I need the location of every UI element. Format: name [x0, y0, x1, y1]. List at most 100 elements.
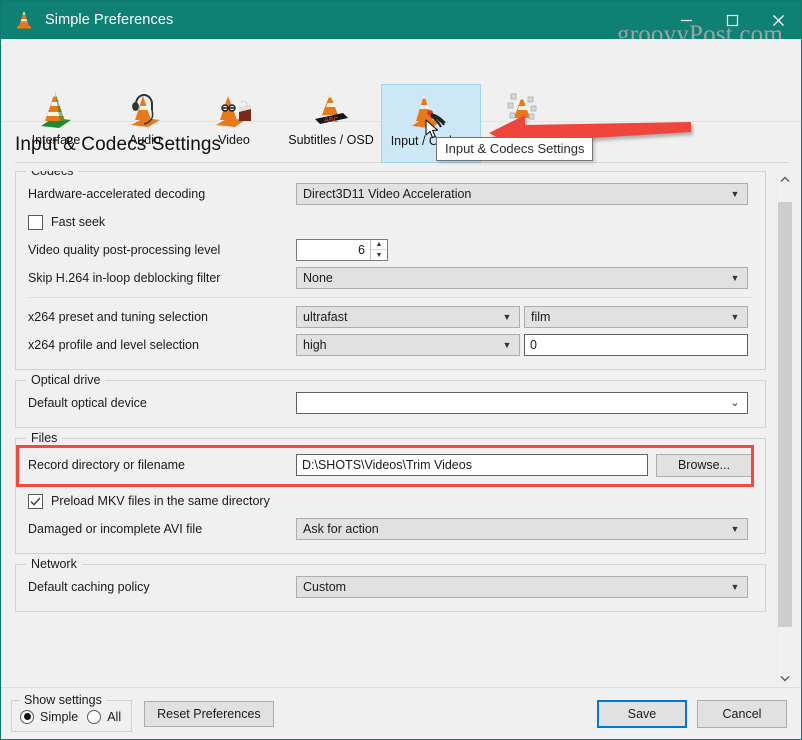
stepper-arrows[interactable]: ▲ ▼	[370, 240, 387, 260]
window-controls	[663, 1, 801, 39]
cancel-button-label: Cancel	[722, 706, 762, 721]
reset-preferences-button[interactable]: Reset Preferences	[144, 700, 274, 727]
show-settings-legend: Show settings	[20, 692, 106, 707]
deblocking-label: Skip H.264 in-loop deblocking filter	[28, 271, 221, 285]
browse-button-label: Browse...	[677, 458, 731, 472]
group-optical-drive: Optical drive Default optical device ⌄	[15, 373, 766, 428]
radio-simple[interactable]: Simple	[20, 709, 79, 724]
chevron-down-icon: ▼	[730, 581, 740, 592]
scrollbar-thumb[interactable]	[778, 202, 792, 627]
title-bar: Simple Preferences	[1, 1, 801, 39]
close-icon[interactable]	[755, 1, 801, 39]
codecs-divider	[28, 297, 753, 298]
cancel-button[interactable]: Cancel	[697, 699, 787, 728]
default-optical-device-combo[interactable]: ⌄	[296, 392, 748, 414]
settings-toolbar: Interface Audio Video ABC Subtitles / OS…	[1, 39, 801, 163]
group-codecs-legend: Codecs	[26, 171, 79, 178]
x264-profile-label: x264 profile and level selection	[28, 338, 199, 352]
x264-level-input[interactable]: 0	[524, 334, 748, 356]
stepper-down-icon[interactable]: ▼	[371, 250, 387, 260]
checkbox-checked-icon	[28, 493, 43, 509]
row-deblocking: Skip H.264 in-loop deblocking filter Non…	[28, 264, 753, 292]
scroll-up-icon[interactable]	[777, 171, 793, 188]
toolbar-item-label: Interface	[31, 133, 81, 147]
toolbar-item-subtitles-osd[interactable]: ABC Subtitles / OSD	[279, 84, 383, 147]
chevron-down-icon: ▼	[730, 523, 740, 534]
show-settings-group: Show settings Simple All	[11, 692, 133, 732]
damaged-avi-value: Ask for action	[303, 522, 379, 536]
radio-unselected-icon	[87, 709, 102, 724]
toolbar-item-label: Video	[218, 133, 250, 147]
preload-mkv-label: Preload MKV files in the same directory	[51, 494, 270, 508]
group-codecs: Codecs Hardware-accelerated decoding Dir…	[15, 171, 766, 370]
vertical-scrollbar[interactable]	[776, 171, 793, 687]
record-directory-label: Record directory or filename	[28, 458, 186, 472]
x264-profile-select[interactable]: high ▼	[296, 334, 520, 356]
save-button[interactable]: Save	[597, 699, 687, 728]
x264-preset-select[interactable]: ultrafast ▼	[296, 306, 520, 328]
deblocking-value: None	[303, 271, 333, 285]
group-files-legend: Files	[26, 431, 63, 445]
vlc-cone-hotkeys-icon	[502, 88, 548, 132]
toolbar-item-audio[interactable]: Audio	[114, 84, 176, 147]
fast-seek-checkbox[interactable]: Fast seek	[28, 214, 106, 230]
x264-preset-value: ultrafast	[303, 310, 348, 324]
maximize-icon[interactable]	[709, 1, 755, 39]
vlc-cone-icon	[13, 9, 35, 31]
tooltip: Input & Codecs Settings	[436, 137, 594, 161]
x264-tuning-value: film	[531, 310, 551, 324]
svg-text:ABC: ABC	[324, 116, 338, 124]
checkbox-box-icon	[28, 214, 43, 230]
group-optical-legend: Optical drive	[26, 373, 106, 387]
x264-profile-value: high	[303, 338, 327, 352]
vlc-cone-audio-icon	[122, 88, 168, 132]
row-fast-seek: Fast seek	[28, 208, 753, 236]
vlc-cone-subtitles-icon: ABC	[308, 88, 354, 132]
group-files: Files Record directory or filename D:\SH…	[15, 431, 766, 554]
caching-policy-select[interactable]: Custom ▼	[296, 576, 748, 598]
browse-button[interactable]: Browse...	[656, 453, 752, 477]
row-caching-policy: Default caching policy Custom ▼	[28, 573, 753, 601]
stepper-up-icon[interactable]: ▲	[371, 240, 387, 250]
x264-tuning-select[interactable]: film ▼	[524, 306, 748, 328]
group-network-legend: Network	[26, 557, 82, 571]
row-x264-preset: x264 preset and tuning selection ultrafa…	[28, 303, 753, 331]
toolbar-item-label: Subtitles / OSD	[288, 133, 374, 147]
record-directory-value: D:\SHOTS\Videos\Trim Videos	[302, 458, 472, 472]
save-button-label: Save	[627, 706, 657, 721]
post-processing-label: Video quality post-processing level	[28, 243, 221, 257]
dialog-footer: Show settings Simple All Reset Preferenc…	[1, 687, 801, 739]
post-processing-stepper[interactable]: 6 ▲ ▼	[296, 239, 388, 261]
preferences-window: Simple Preferences groovyPost.com Interf…	[0, 0, 802, 740]
chevron-down-icon: ▼	[502, 311, 512, 322]
damaged-avi-select[interactable]: Ask for action ▼	[296, 518, 748, 540]
toolbar-item-video[interactable]: Video	[203, 84, 265, 147]
chevron-down-icon: ▼	[730, 311, 740, 322]
radio-all[interactable]: All	[87, 709, 121, 724]
record-directory-input[interactable]: D:\SHOTS\Videos\Trim Videos	[296, 454, 648, 476]
toolbar-item-interface[interactable]: Interface	[23, 84, 89, 147]
toolbar-item-label: Audio	[129, 133, 161, 147]
deblocking-select[interactable]: None ▼	[296, 267, 748, 289]
chevron-down-icon: ⌄	[730, 396, 740, 409]
row-hardware-decoding: Hardware-accelerated decoding Direct3D11…	[28, 180, 753, 208]
radio-simple-label: Simple	[40, 709, 79, 724]
default-optical-device-label: Default optical device	[28, 396, 147, 410]
x264-level-value: 0	[530, 338, 537, 352]
minimize-icon[interactable]	[663, 1, 709, 39]
hardware-decoding-value: Direct3D11 Video Acceleration	[303, 187, 472, 201]
chevron-down-icon: ▼	[730, 272, 740, 283]
row-record-directory: Record directory or filename D:\SHOTS\Vi…	[16, 445, 754, 487]
vlc-cone-video-icon	[211, 88, 257, 132]
chevron-down-icon: ▼	[502, 339, 512, 350]
chevron-down-icon: ▼	[730, 188, 740, 199]
hardware-decoding-select[interactable]: Direct3D11 Video Acceleration ▼	[296, 183, 748, 205]
scroll-down-icon[interactable]	[777, 670, 793, 687]
footer-actions: Save Cancel	[597, 699, 787, 728]
vlc-cone-interface-icon	[33, 88, 79, 132]
row-default-optical-device: Default optical device ⌄	[28, 389, 753, 417]
fast-seek-label: Fast seek	[51, 215, 106, 229]
preload-mkv-checkbox[interactable]: Preload MKV files in the same directory	[28, 493, 270, 509]
scrollbar-track[interactable]	[777, 188, 793, 670]
radio-selected-icon	[20, 709, 34, 724]
